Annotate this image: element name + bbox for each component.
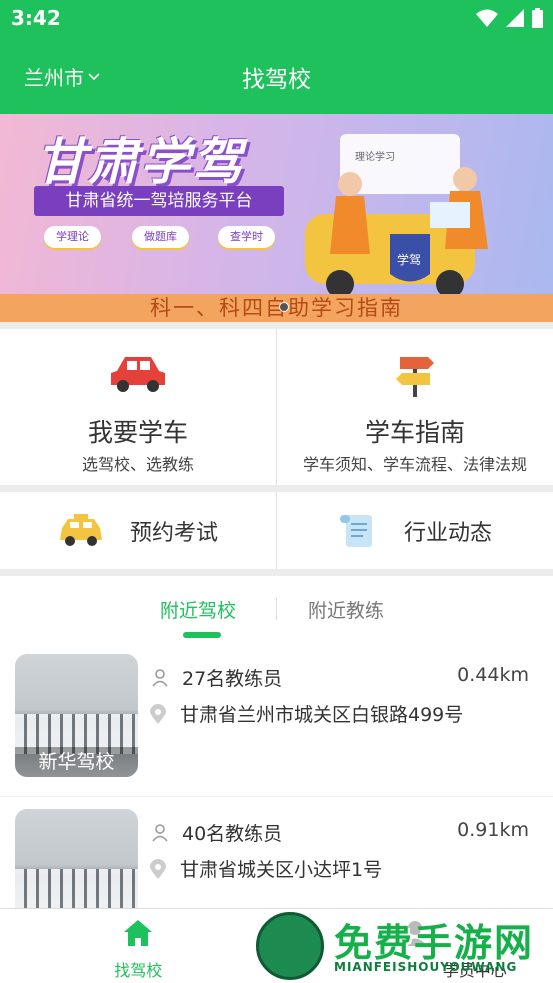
home-icon bbox=[124, 920, 153, 946]
nearby-list: 附近驾校 附近教练 新华驾校 27名教练员 0.44km 甘肃省兰州市城关区白银… bbox=[0, 576, 553, 908]
school-distance: 0.91km bbox=[457, 819, 529, 841]
nav-find-school[interactable]: 找驾校 bbox=[0, 909, 277, 983]
list-tabs: 附近驾校 附近教练 bbox=[0, 576, 553, 642]
school-item[interactable]: 40名教练员 0.91km 甘肃省城关区小达坪1号 bbox=[0, 796, 553, 908]
watermark-text: 免费手游网 bbox=[334, 921, 535, 965]
site-watermark: 免费手游网 MIANFEISHOUYOUWANG bbox=[256, 910, 553, 983]
car-icon bbox=[111, 357, 165, 392]
scroll-icon bbox=[339, 514, 372, 547]
book-exam-entry[interactable]: 预约考试 bbox=[0, 492, 276, 569]
industry-news-label: 行业动态 bbox=[403, 520, 492, 546]
status-time: 3:42 bbox=[11, 6, 61, 30]
shield-label: 学驾 bbox=[397, 252, 421, 267]
secondary-entries: 预约考试 行业动态 bbox=[0, 492, 553, 569]
status-bar: 3:42 bbox=[0, 0, 553, 38]
banner-bottom-text: 科一、科四自助学习指南 bbox=[0, 294, 553, 322]
book-exam-label: 预约考试 bbox=[129, 520, 218, 546]
battery-icon bbox=[532, 8, 543, 28]
banner-title: 甘肃学驾 bbox=[36, 133, 244, 191]
driving-guide-label: 学车指南 bbox=[364, 418, 465, 447]
learn-driving-entry[interactable]: 我要学车 选驾校、选教练 bbox=[0, 329, 276, 485]
banner-pill-questions: 做题库 bbox=[132, 226, 189, 248]
app-bar: 兰州市 找驾校 bbox=[0, 38, 553, 114]
carousel-indicator bbox=[279, 302, 289, 312]
tab-nearby-coaches[interactable]: 附近教练 bbox=[308, 596, 384, 623]
school-photo: 新华驾校 bbox=[15, 654, 138, 777]
industry-news-entry[interactable]: 行业动态 bbox=[276, 492, 553, 569]
school-address-text: 甘肃省城关区小达坪1号 bbox=[180, 859, 383, 881]
person-icon bbox=[152, 823, 168, 842]
banner-subtitle: 甘肃省统一驾培服务平台 bbox=[34, 186, 284, 216]
tab-nearby-schools[interactable]: 附近驾校 bbox=[160, 596, 236, 623]
nav-find-school-label: 找驾校 bbox=[114, 961, 163, 980]
book-label: 理论学习 bbox=[355, 150, 395, 163]
tab-divider bbox=[276, 598, 277, 620]
tab-indicator bbox=[183, 632, 221, 638]
school-item[interactable]: 新华驾校 27名教练员 0.44km 甘肃省兰州市城关区白银路499号 bbox=[0, 642, 553, 788]
status-icons bbox=[476, 8, 543, 28]
watermark-subtext: MIANFEISHOUYOUWANG bbox=[334, 960, 518, 974]
school-address-text: 甘肃省兰州市城关区白银路499号 bbox=[180, 704, 464, 726]
banner-pill-theory: 学理论 bbox=[44, 226, 101, 248]
taxi-icon bbox=[59, 513, 102, 546]
school-address: 甘肃省城关区小达坪1号 bbox=[150, 855, 382, 882]
coach-count: 40名教练员 bbox=[152, 819, 282, 846]
school-address: 甘肃省兰州市城关区白银路499号 bbox=[150, 700, 463, 727]
school-photo bbox=[15, 809, 138, 908]
coach-count-text: 27名教练员 bbox=[182, 668, 283, 690]
driving-guide-desc: 学车须知、学车流程、法律法规 bbox=[302, 455, 527, 474]
wifi-icon bbox=[476, 9, 498, 27]
learn-driving-desc: 选驾校、选教练 bbox=[81, 455, 194, 474]
signal-icon bbox=[506, 9, 524, 27]
school-name: 新华驾校 bbox=[15, 747, 138, 777]
promo-banner[interactable]: 甘肃学驾 甘肃省统一驾培服务平台 学理论 做题库 查学时 理论学习 学驾 科一、… bbox=[0, 114, 553, 322]
main-entries: 我要学车 选驾校、选教练 学车指南 学车须知、学车流程、法律法规 bbox=[0, 329, 553, 485]
watermark-logo bbox=[256, 912, 324, 980]
person-icon bbox=[152, 668, 168, 687]
location-pin-icon bbox=[150, 703, 166, 724]
location-pin-icon bbox=[150, 858, 166, 879]
banner-illustration: 理论学习 学驾 bbox=[305, 134, 488, 294]
signpost-icon bbox=[396, 357, 434, 397]
page-title: 找驾校 bbox=[242, 67, 311, 93]
banner-pill-hours: 查学时 bbox=[218, 226, 275, 248]
coach-count: 27名教练员 bbox=[152, 664, 282, 691]
learn-driving-label: 我要学车 bbox=[87, 418, 188, 447]
coach-count-text: 40名教练员 bbox=[182, 823, 283, 845]
driving-guide-entry[interactable]: 学车指南 学车须知、学车流程、法律法规 bbox=[276, 329, 553, 485]
school-distance: 0.44km bbox=[457, 664, 529, 686]
